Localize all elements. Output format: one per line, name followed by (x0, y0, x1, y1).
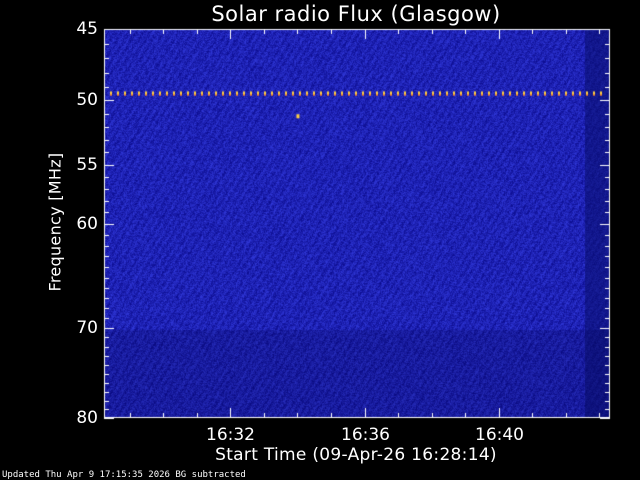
y-tick-label: 60 (76, 213, 98, 234)
x-axis-label: Start Time (09-Apr-26 16:28:14) (215, 445, 497, 465)
y-tick-label: 45 (76, 18, 98, 39)
x-tick-label: 16:36 (341, 425, 390, 445)
x-tick-label: 16:40 (475, 425, 524, 445)
update-footer: Updated Thu Apr 9 17:15:35 2026 BG subtr… (2, 470, 246, 480)
x-tick-label: 16:32 (206, 425, 255, 445)
y-tick-label: 70 (76, 317, 98, 338)
y-tick-label: 50 (76, 89, 98, 110)
y-tick-label: 55 (76, 154, 98, 175)
y-tick-label: 80 (76, 407, 98, 428)
